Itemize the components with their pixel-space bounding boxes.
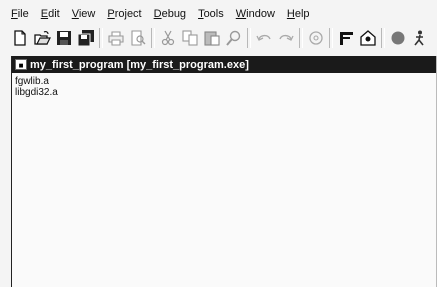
print-preview-icon[interactable] xyxy=(127,27,149,49)
menu-tools[interactable]: Tools xyxy=(198,5,224,23)
print-icon[interactable] xyxy=(105,27,127,49)
menu-project[interactable]: Project xyxy=(107,5,141,23)
file-list: fgwlib.a libgdi32.a xyxy=(12,73,436,98)
save-all-icon[interactable] xyxy=(75,27,97,49)
toolbar-separator xyxy=(329,28,333,48)
project-window: ■ my_first_program [my_first_program.exe… xyxy=(11,56,437,287)
paste-icon[interactable] xyxy=(201,27,223,49)
toolbar xyxy=(0,25,437,51)
menu-help[interactable]: Help xyxy=(287,5,310,23)
save-icon[interactable] xyxy=(53,27,75,49)
menu-window[interactable]: Window xyxy=(236,5,275,23)
build-icon[interactable] xyxy=(357,27,379,49)
debug-icon[interactable] xyxy=(409,27,431,49)
open-folder-icon[interactable] xyxy=(31,27,53,49)
undo-icon[interactable] xyxy=(253,27,275,49)
copy-icon[interactable] xyxy=(179,27,201,49)
toolbar-separator xyxy=(299,28,303,48)
find-icon[interactable] xyxy=(223,27,245,49)
project-window-title: my_first_program [my_first_program.exe] xyxy=(30,58,249,71)
toolbar-separator xyxy=(99,28,103,48)
menu-edit[interactable]: Edit xyxy=(41,5,60,23)
redo-icon[interactable] xyxy=(275,27,297,49)
compile-icon[interactable] xyxy=(335,27,357,49)
list-item[interactable]: fgwlib.a xyxy=(15,76,436,87)
list-item[interactable]: libgdi32.a xyxy=(15,87,436,98)
project-window-titlebar[interactable]: ■ my_first_program [my_first_program.exe… xyxy=(12,56,436,73)
menu-bar: File Edit View Project Debug Tools Windo… xyxy=(0,4,437,24)
toolbar-separator xyxy=(151,28,155,48)
toolbar-separator xyxy=(247,28,251,48)
menu-file[interactable]: File xyxy=(11,5,29,23)
menu-view[interactable]: View xyxy=(72,5,96,23)
menu-debug[interactable]: Debug xyxy=(154,5,186,23)
new-file-icon[interactable] xyxy=(9,27,31,49)
settings-icon[interactable] xyxy=(305,27,327,49)
project-window-icon: ■ xyxy=(15,59,27,70)
run-icon[interactable] xyxy=(387,27,409,49)
toolbar-separator xyxy=(381,28,385,48)
cut-icon[interactable] xyxy=(157,27,179,49)
